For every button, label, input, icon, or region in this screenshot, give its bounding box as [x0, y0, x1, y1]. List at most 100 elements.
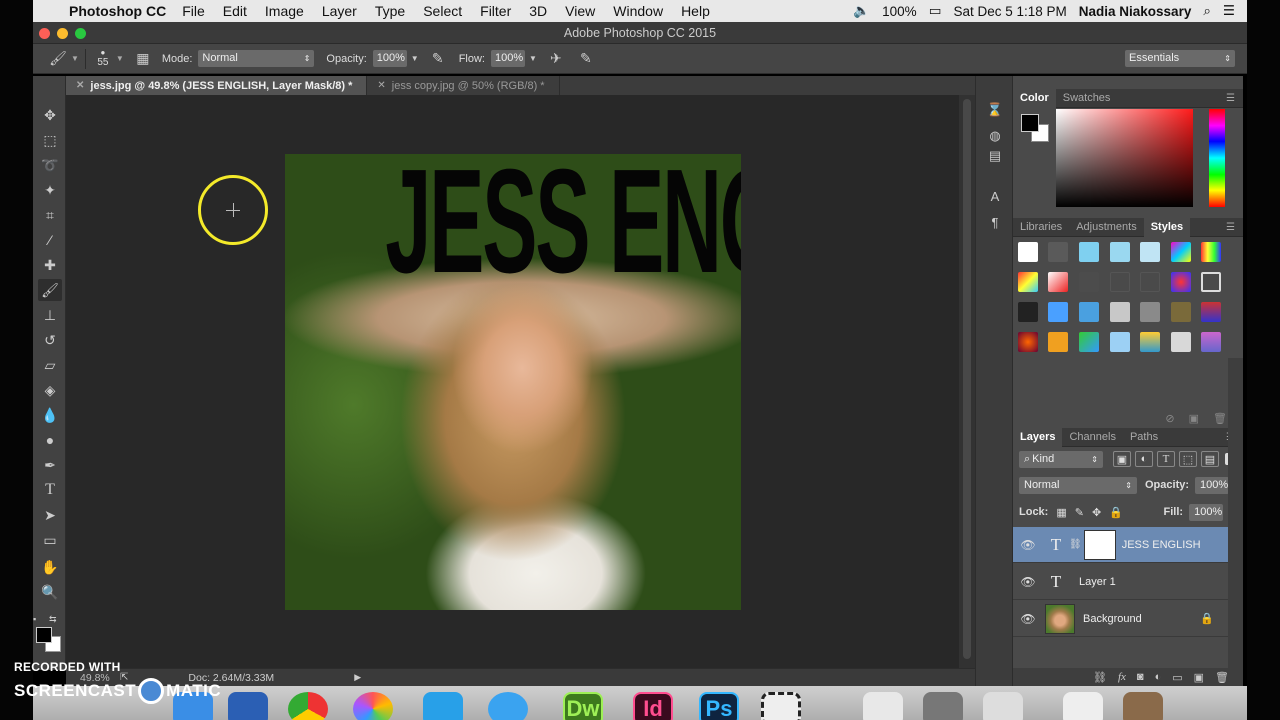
- brush-size-dropdown-icon[interactable]: ▼: [116, 54, 124, 63]
- brush-size-picker[interactable]: ● 55: [92, 49, 114, 69]
- tab-color[interactable]: Color: [1013, 88, 1056, 108]
- style-swatch[interactable]: [1048, 272, 1068, 292]
- flow-field[interactable]: 100%: [490, 50, 525, 67]
- layer-opacity-field[interactable]: 100%: [1195, 476, 1230, 494]
- spotlight-search-icon[interactable]: ⌕: [1203, 3, 1211, 19]
- delete-layer-icon[interactable]: 🗑: [1215, 671, 1229, 684]
- tab-jess-copy-jpg[interactable]: ✕ jess copy.jpg @ 50% (RGB/8) *: [367, 76, 560, 95]
- canvas-workspace[interactable]: JESS ENGLISH: [66, 95, 975, 668]
- panel-menu-icon[interactable]: ☰: [1226, 222, 1235, 233]
- filter-smart-object-icon[interactable]: ▤: [1201, 451, 1219, 467]
- style-swatch[interactable]: [1171, 332, 1191, 352]
- dock-app-store-icon[interactable]: [488, 692, 528, 720]
- filter-type-icon[interactable]: T: [1157, 451, 1175, 467]
- pen-tool-icon[interactable]: ✒: [38, 454, 62, 476]
- mask-link-icon[interactable]: ⛓: [1069, 539, 1082, 550]
- jess-english-text-layer[interactable]: JESS ENGLISH: [385, 154, 741, 296]
- clone-stamp-tool-icon[interactable]: ⊥: [38, 304, 62, 326]
- airbrush-icon[interactable]: ✈: [545, 48, 567, 70]
- scrollbar-thumb[interactable]: [963, 99, 971, 659]
- close-tab-icon[interactable]: ✕: [76, 80, 84, 91]
- menu-3d[interactable]: 3D: [529, 3, 547, 19]
- dock-app-icon[interactable]: [1123, 692, 1163, 720]
- style-swatch[interactable]: [1110, 332, 1130, 352]
- crop-tool-icon[interactable]: ⌗: [38, 204, 62, 226]
- lock-all-icon[interactable]: 🔒: [1109, 506, 1123, 519]
- swap-colors-icon[interactable]: ⇆: [49, 614, 57, 625]
- volume-icon[interactable]: 🔈: [853, 3, 870, 19]
- hand-tool-icon[interactable]: ✋: [38, 556, 62, 578]
- notification-center-icon[interactable]: ☰: [1223, 3, 1235, 19]
- style-swatch[interactable]: [1048, 302, 1068, 322]
- adjustment-layer-icon[interactable]: ◐: [1155, 671, 1162, 683]
- style-swatch[interactable]: [1140, 272, 1160, 292]
- clock[interactable]: Sat Dec 5 1:18 PM: [953, 4, 1066, 19]
- style-swatch[interactable]: [1201, 242, 1221, 262]
- menu-select[interactable]: Select: [423, 3, 462, 19]
- zoom-tool-icon[interactable]: 🔍: [38, 581, 62, 603]
- path-selection-tool-icon[interactable]: ➤: [38, 504, 62, 526]
- layer-effects-icon[interactable]: fx: [1118, 671, 1126, 683]
- dock-app-icon[interactable]: [1063, 692, 1103, 720]
- clear-style-icon[interactable]: ⊘: [1165, 412, 1174, 425]
- panel-menu-icon[interactable]: ☰: [1226, 93, 1235, 104]
- menu-help[interactable]: Help: [681, 3, 710, 19]
- style-swatch[interactable]: [1140, 242, 1160, 262]
- menu-image[interactable]: Image: [265, 3, 304, 19]
- visibility-eye-icon[interactable]: 👁: [1013, 575, 1043, 589]
- filter-adjustment-icon[interactable]: ◐: [1135, 451, 1153, 467]
- lasso-tool-icon[interactable]: ➰: [38, 154, 62, 176]
- eraser-tool-icon[interactable]: ▱: [38, 354, 62, 376]
- layer-filter-select[interactable]: ⌕ Kind ⇕: [1019, 450, 1103, 468]
- style-swatch[interactable]: [1140, 302, 1160, 322]
- foreground-color-swatch[interactable]: [36, 627, 52, 643]
- foreground-background-colors[interactable]: ▪ ⇆: [33, 614, 66, 662]
- type-tool-icon[interactable]: T: [38, 479, 62, 501]
- menu-view[interactable]: View: [565, 3, 595, 19]
- style-swatch[interactable]: [1171, 302, 1191, 322]
- delete-style-icon[interactable]: 🗑: [1213, 412, 1227, 425]
- canvas-vertical-scrollbar[interactable]: [959, 95, 975, 668]
- dock-dreamweaver-icon[interactable]: Dw: [563, 692, 603, 720]
- layer-mask-thumbnail[interactable]: [1083, 529, 1116, 560]
- panels-scrollbar[interactable]: [1228, 358, 1243, 670]
- preset-dropdown-arrow-icon[interactable]: ▼: [71, 54, 79, 63]
- style-swatch[interactable]: [1018, 272, 1038, 292]
- history-brush-tool-icon[interactable]: ↺: [38, 329, 62, 351]
- style-swatch[interactable]: [1079, 302, 1099, 322]
- link-layers-icon[interactable]: ⛓: [1093, 671, 1107, 684]
- pressure-size-icon[interactable]: ✎: [575, 48, 597, 70]
- style-swatch[interactable]: [1110, 242, 1130, 262]
- tab-libraries[interactable]: Libraries: [1013, 218, 1069, 237]
- brush-tool-icon[interactable]: 🖌: [38, 279, 62, 301]
- color-foreground-swatch[interactable]: [1021, 114, 1039, 132]
- default-colors-icon[interactable]: ▪: [33, 614, 36, 624]
- rectangle-tool-icon[interactable]: ▭: [38, 529, 62, 551]
- tab-layers[interactable]: Layers: [1013, 427, 1063, 447]
- style-swatch[interactable]: [1048, 332, 1068, 352]
- menu-type[interactable]: Type: [375, 3, 405, 19]
- visibility-eye-icon[interactable]: 👁: [1013, 538, 1043, 552]
- style-swatch[interactable]: [1018, 302, 1038, 322]
- opacity-dropdown-icon[interactable]: ▼: [411, 54, 419, 63]
- layer-row-layer-1[interactable]: 👁 T Layer 1: [1013, 564, 1228, 600]
- brush-tool-preset-icon[interactable]: 🖌: [47, 48, 69, 70]
- style-swatch[interactable]: [1140, 332, 1160, 352]
- eyedropper-tool-icon[interactable]: ⁄: [38, 229, 62, 251]
- flow-dropdown-icon[interactable]: ▼: [529, 54, 537, 63]
- blend-mode-select[interactable]: Normal ⇕: [1019, 476, 1137, 494]
- style-swatch[interactable]: [1079, 242, 1099, 262]
- style-swatch[interactable]: [1171, 242, 1191, 262]
- layer-row-jess-english[interactable]: 👁 T ⛓ JESS ENGLISH: [1013, 527, 1228, 563]
- quick-selection-tool-icon[interactable]: ✦: [38, 179, 62, 201]
- mode-select[interactable]: Normal ⇕: [198, 50, 315, 67]
- dock-chrome-icon[interactable]: [288, 692, 328, 720]
- new-group-icon[interactable]: ▭: [1172, 671, 1182, 684]
- menu-file[interactable]: File: [182, 3, 205, 19]
- layer-locked-icon[interactable]: 🔒: [1200, 612, 1214, 625]
- fill-field[interactable]: 100%: [1189, 503, 1224, 521]
- battery-status[interactable]: 100%: [882, 4, 917, 19]
- dock-photos-icon[interactable]: [353, 692, 393, 720]
- style-swatch[interactable]: [1201, 332, 1221, 352]
- layer-row-background[interactable]: 👁 Background 🔒: [1013, 601, 1228, 637]
